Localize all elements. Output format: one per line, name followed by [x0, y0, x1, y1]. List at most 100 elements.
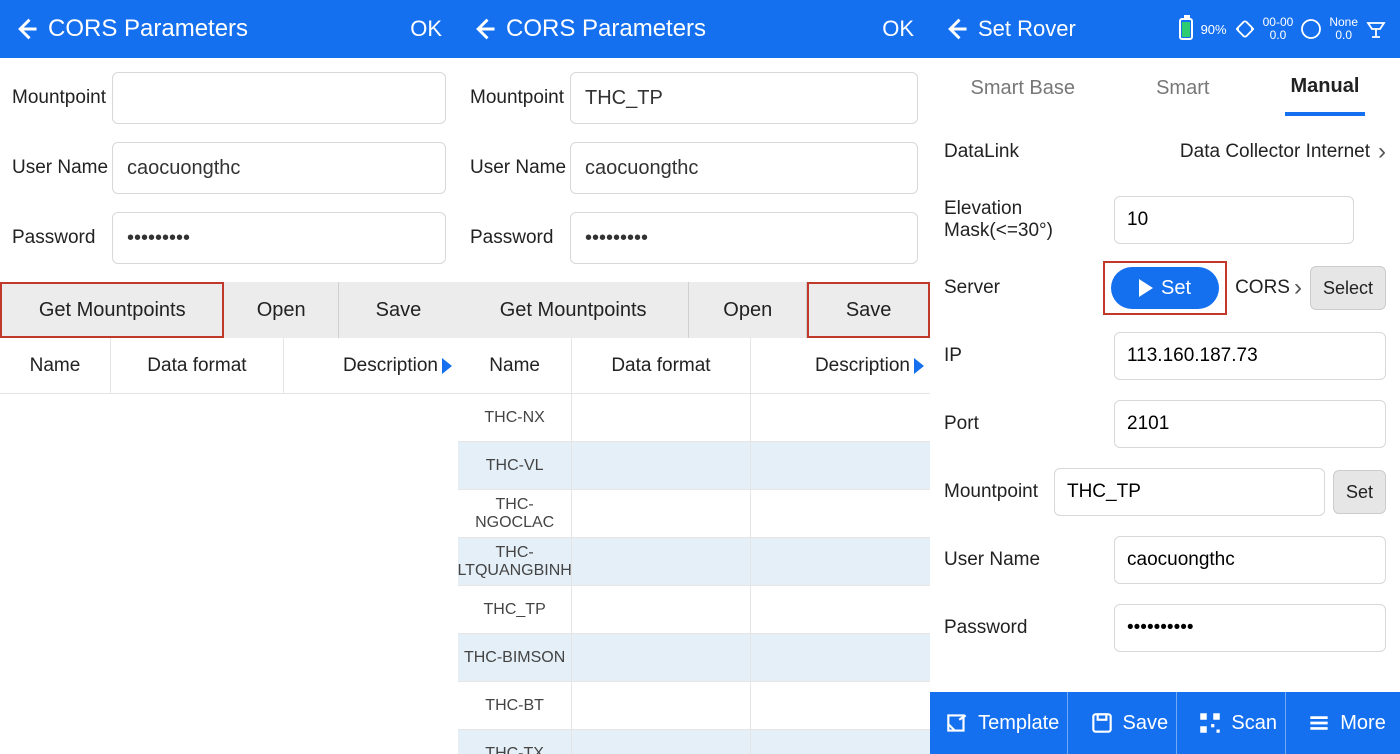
battery-pct: 90%: [1201, 22, 1227, 37]
mountpoint-input[interactable]: [570, 72, 918, 124]
scan-button[interactable]: Scan: [1189, 692, 1286, 754]
status-area: 90% 00-000.0 None0.0: [1179, 16, 1388, 42]
th-name: Name: [458, 355, 571, 377]
port-input[interactable]: [1114, 400, 1386, 448]
mountpoint-label: Mountpoint: [470, 87, 570, 109]
ip-input[interactable]: [1114, 332, 1386, 380]
scroll-right-icon[interactable]: [914, 358, 924, 374]
qr-icon: [1197, 710, 1223, 736]
tab-smart-base[interactable]: Smart Base: [965, 63, 1081, 114]
username-input[interactable]: [1114, 536, 1386, 584]
topbar: CORS Parameters OK: [0, 0, 458, 58]
table-body: THC-NX THC-VL THC-NGOCLAC THC-LTQUANGBIN…: [458, 394, 930, 754]
ok-button[interactable]: OK: [410, 16, 446, 42]
table-body-empty: [0, 394, 458, 754]
menu-icon: [1306, 710, 1332, 736]
table-row[interactable]: THC-TX: [458, 730, 930, 754]
mountpoint-label: Mountpoint: [944, 481, 1054, 503]
topbar: CORS Parameters OK: [458, 0, 930, 58]
table-row[interactable]: THC-VL: [458, 442, 930, 490]
template-icon: [944, 710, 970, 736]
save-button[interactable]: Save: [339, 282, 458, 338]
chevron-right-icon: ›: [1378, 138, 1386, 166]
table-header: Name Data format Description: [0, 338, 458, 394]
elevation-label: Elevation Mask(<=30°): [944, 198, 1114, 242]
satellite-icon: [1233, 17, 1257, 41]
tab-smart[interactable]: Smart: [1150, 63, 1215, 114]
mountpoint-input[interactable]: [112, 72, 446, 124]
set-highlight: Set: [1103, 261, 1227, 315]
tabs: Smart Base Smart Manual: [930, 58, 1400, 118]
save-button[interactable]: Save: [1081, 692, 1178, 754]
th-name: Name: [0, 355, 110, 377]
open-button[interactable]: Open: [224, 282, 339, 338]
ip-label: IP: [944, 345, 1114, 367]
password-label: Password: [470, 227, 570, 249]
page-title: Set Rover: [978, 16, 1179, 42]
table-row[interactable]: THC-NX: [458, 394, 930, 442]
form-area: Mountpoint User Name Password: [458, 58, 930, 282]
chevron-right-icon: ›: [1294, 274, 1302, 302]
select-button[interactable]: Select: [1310, 266, 1386, 310]
table-row[interactable]: THC-BT: [458, 682, 930, 730]
cors-link[interactable]: CORS›: [1235, 274, 1302, 302]
password-label: Password: [12, 227, 112, 249]
antenna-icon: [1364, 17, 1388, 41]
table-row[interactable]: THC-BIMSON: [458, 634, 930, 682]
password-input[interactable]: [112, 212, 446, 264]
username-input[interactable]: [570, 142, 918, 194]
get-mountpoints-button[interactable]: Get Mountpoints: [0, 282, 224, 338]
save-icon: [1089, 710, 1115, 736]
sat-status: 00-000.0: [1263, 16, 1294, 42]
table-row[interactable]: THC-LTQUANGBINH: [458, 538, 930, 586]
mountpoint-set-button[interactable]: Set: [1333, 470, 1386, 514]
circle-icon: [1299, 17, 1323, 41]
tab-manual[interactable]: Manual: [1285, 61, 1366, 116]
table-row[interactable]: THC-NGOCLAC: [458, 490, 930, 538]
th-description: Description: [284, 355, 458, 377]
password-input[interactable]: [570, 212, 918, 264]
save-button[interactable]: Save: [807, 282, 930, 338]
mountpoint-input[interactable]: [1054, 468, 1325, 516]
back-arrow-icon[interactable]: [470, 15, 498, 43]
get-mountpoints-button[interactable]: Get Mountpoints: [458, 282, 689, 338]
none-status: None0.0: [1329, 16, 1358, 42]
username-input[interactable]: [112, 142, 446, 194]
more-button[interactable]: More: [1298, 692, 1394, 754]
datalink-label: DataLink: [944, 141, 1114, 163]
play-icon: [1139, 279, 1153, 297]
username-label: User Name: [12, 157, 112, 179]
server-set-button[interactable]: Set: [1111, 267, 1219, 309]
th-description: Description: [751, 355, 930, 377]
server-label: Server: [944, 277, 1103, 299]
action-row: Get Mountpoints Open Save: [458, 282, 930, 338]
battery-icon: [1179, 18, 1193, 40]
template-button[interactable]: Template: [936, 692, 1068, 754]
panel-cors-1: CORS Parameters OK Mountpoint User Name …: [0, 0, 458, 754]
panel-set-rover: Set Rover 90% 00-000.0 None0.0 Smart Bas…: [930, 0, 1400, 754]
th-format: Data format: [571, 338, 750, 393]
bottom-bar: Template Save Scan More: [930, 692, 1400, 754]
rover-form: DataLink Data Collector Internet › Eleva…: [930, 118, 1400, 692]
back-arrow-icon[interactable]: [12, 15, 40, 43]
action-row: Get Mountpoints Open Save: [0, 282, 458, 338]
back-arrow-icon[interactable]: [942, 15, 970, 43]
ok-button[interactable]: OK: [882, 16, 918, 42]
form-area: Mountpoint User Name Password: [0, 58, 458, 282]
table-header: Name Data format Description: [458, 338, 930, 394]
password-label: Password: [944, 617, 1114, 639]
password-input[interactable]: [1114, 604, 1386, 652]
elevation-input[interactable]: [1114, 196, 1354, 244]
port-label: Port: [944, 413, 1114, 435]
page-title: CORS Parameters: [506, 15, 882, 43]
panel-cors-2: CORS Parameters OK Mountpoint User Name …: [458, 0, 930, 754]
th-format: Data format: [110, 338, 284, 393]
username-label: User Name: [470, 157, 570, 179]
page-title: CORS Parameters: [48, 15, 410, 43]
scroll-right-icon[interactable]: [442, 358, 452, 374]
topbar: Set Rover 90% 00-000.0 None0.0: [930, 0, 1400, 58]
open-button[interactable]: Open: [689, 282, 807, 338]
table-row[interactable]: THC_TP: [458, 586, 930, 634]
username-label: User Name: [944, 549, 1114, 571]
datalink-select[interactable]: Data Collector Internet ›: [1114, 138, 1386, 166]
